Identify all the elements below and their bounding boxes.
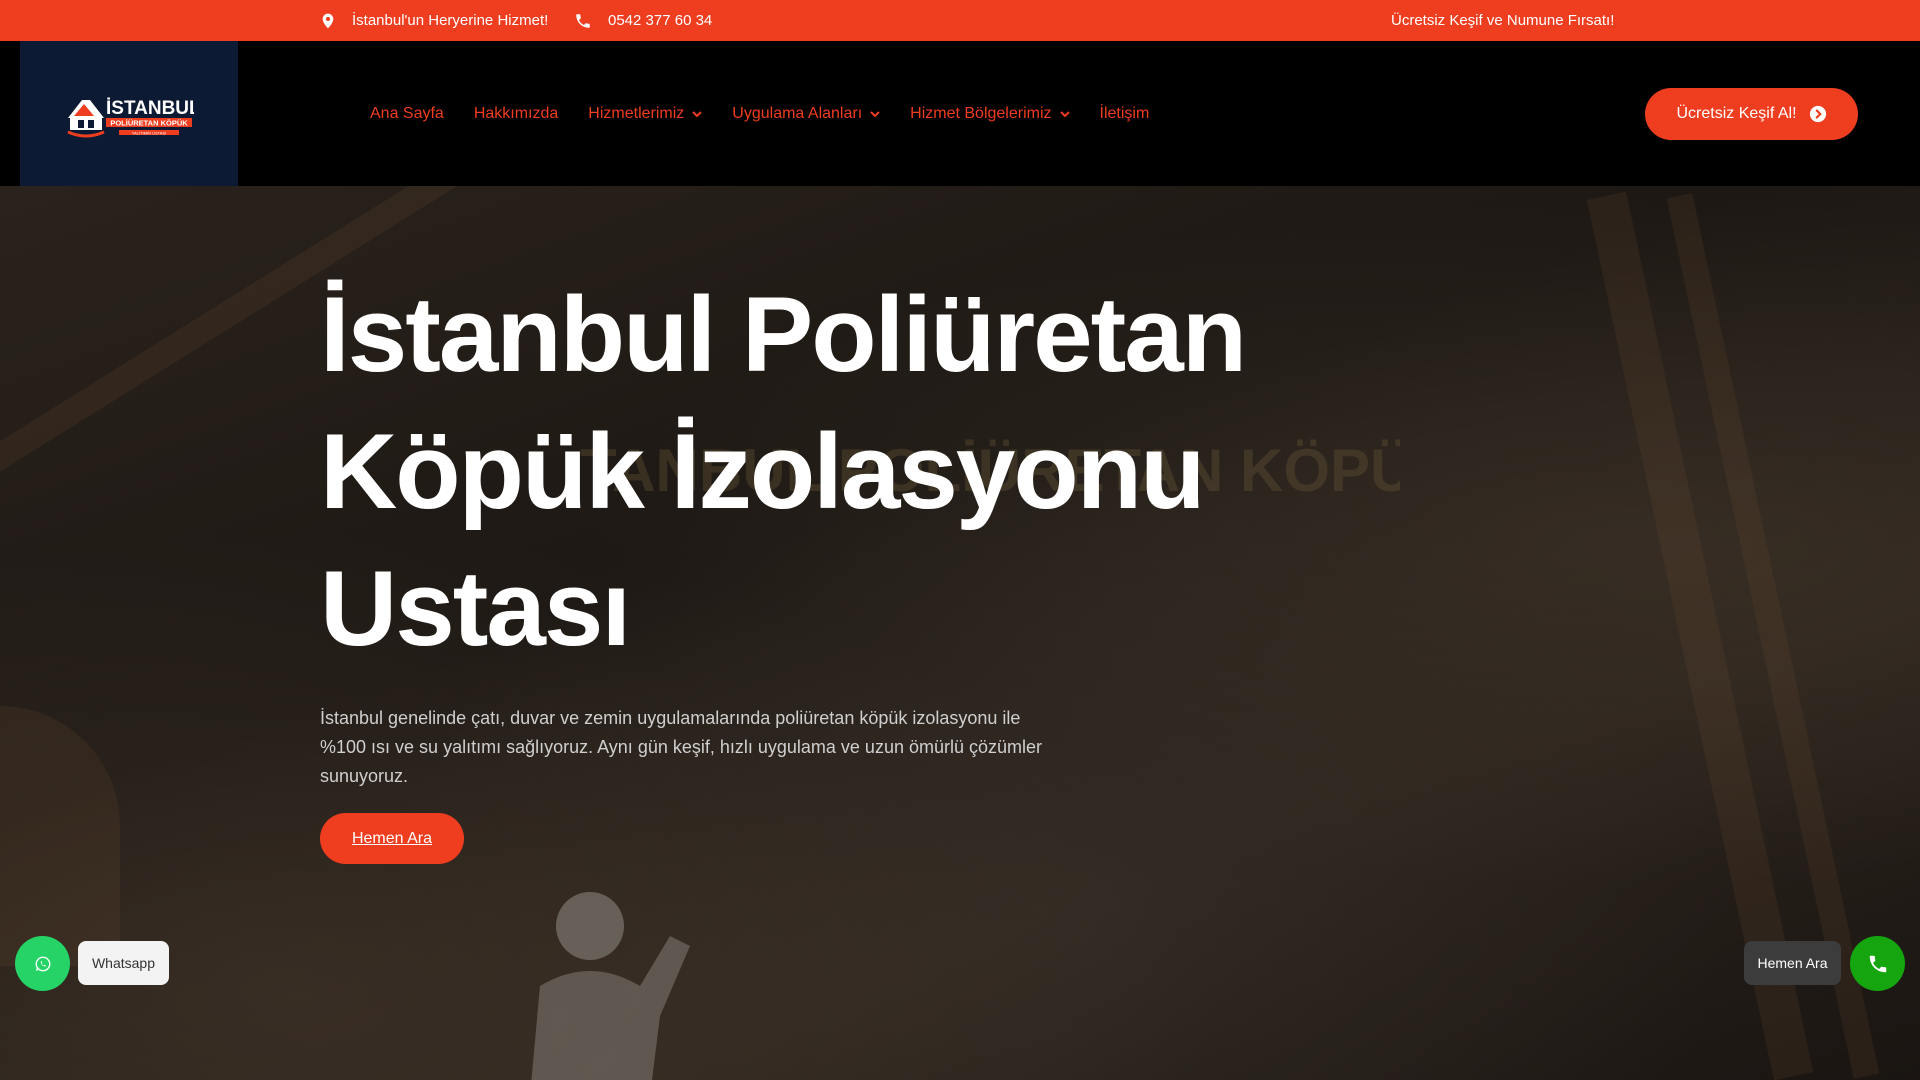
- phone-icon: [576, 13, 590, 28]
- call-now-button[interactable]: Hemen Ara: [320, 813, 464, 864]
- call-now-floating-label-text: Hemen Ara: [1757, 955, 1828, 971]
- logo-tagline-text: YALITIMIN USTASI: [132, 130, 167, 135]
- site-logo[interactable]: İSTANBUL POLİÜRETAN KÖPÜK YALITIMIN USTA…: [20, 41, 238, 186]
- call-now-button-label: Hemen Ara: [351, 829, 433, 847]
- site-header: İSTANBUL POLİÜRETAN KÖPÜK YALITIMIN USTA…: [0, 41, 1920, 186]
- whatsapp-label-text: Whatsapp: [91, 955, 156, 971]
- whatsapp-label[interactable]: Whatsapp: [78, 941, 169, 985]
- chevron-down-icon: [1059, 110, 1070, 117]
- call-now-floating-label[interactable]: Hemen Ara: [1744, 941, 1841, 985]
- topbar-phone-text: 0542 377 60 34: [608, 12, 713, 29]
- free-survey-button[interactable]: Ücretsiz Keşif Al!: [1645, 88, 1858, 140]
- nav-item-label: Ana Sayfa: [370, 104, 444, 122]
- chevron-down-icon: [692, 110, 703, 117]
- map-pin-icon: [322, 13, 334, 28]
- nav-item-application-areas[interactable]: Uygulama Alanları: [732, 105, 880, 123]
- nav-item-label: Uygulama Alanları: [732, 104, 863, 122]
- nav-item-contact[interactable]: İletişim: [1100, 105, 1150, 123]
- hero-title-line: İstanbul Poliüretan: [320, 274, 1247, 394]
- nav-item-service-regions[interactable]: Hizmet Bölgelerimiz: [910, 104, 1070, 123]
- topbar-location[interactable]: İstanbul'un Heryerine Hizmet!: [320, 0, 548, 41]
- arrow-circle-right-icon: [1809, 105, 1826, 123]
- whatsapp-button[interactable]: [15, 936, 70, 991]
- nav-item-label: İletişim: [1099, 104, 1150, 122]
- top-bar: İstanbul'un Heryerine Hizmet! 0542 377 6…: [0, 0, 1920, 41]
- nav-item-services[interactable]: Hizmetlerimiz: [588, 104, 703, 123]
- free-survey-button-label: Ücretsiz Keşif Al!: [1676, 105, 1797, 122]
- logo-brand-text: İSTANBUL: [106, 98, 194, 119]
- call-now-floating-button[interactable]: [1850, 936, 1905, 991]
- whatsapp-icon: [35, 956, 50, 971]
- nav-item-label: Hizmetlerimiz: [588, 104, 685, 122]
- topbar-location-text: İstanbul'un Heryerine Hizmet!: [352, 12, 549, 29]
- topbar-phone[interactable]: 0542 377 60 34: [574, 0, 712, 41]
- hero-section: İSTANBUL POLİÜRETAN KÖPÜK İstanbul Poliü…: [0, 186, 1920, 1080]
- logo-subtitle-text: POLİÜRETAN KÖPÜK: [110, 118, 188, 127]
- phone-icon: [1869, 955, 1886, 972]
- nav-item-label: Hakkımızda: [473, 104, 559, 122]
- hero-title-line: Köpük İzolasyonu: [320, 411, 1206, 531]
- chevron-down-icon: [870, 110, 880, 117]
- nav-item-label: Hizmet Bölgelerimiz: [910, 104, 1052, 122]
- topbar-promo-text: Ücretsiz Keşif ve Numune Fırsatı!: [1391, 12, 1615, 29]
- topbar-promo: Ücretsiz Keşif ve Numune Fırsatı!: [1391, 0, 1614, 41]
- worker-silhouette: [531, 892, 690, 1080]
- hero-title-line: Ustası: [320, 548, 631, 668]
- hero-title: İstanbul Poliüretan Köpük İzolasyonu Ust…: [320, 266, 1420, 677]
- logo-image: İSTANBUL POLİÜRETAN KÖPÜK YALITIMIN USTA…: [67, 98, 194, 137]
- nav-item-home[interactable]: Ana Sayfa: [370, 105, 444, 123]
- nav-item-about[interactable]: Hakkımızda: [474, 105, 558, 123]
- main-nav: Ana Sayfa Hakkımızda Hizmetlerimiz Uygul…: [370, 41, 1179, 186]
- background-beam: [0, 706, 120, 966]
- hero-description: İstanbul genelinde çatı, duvar ve zemin …: [320, 708, 1043, 786]
